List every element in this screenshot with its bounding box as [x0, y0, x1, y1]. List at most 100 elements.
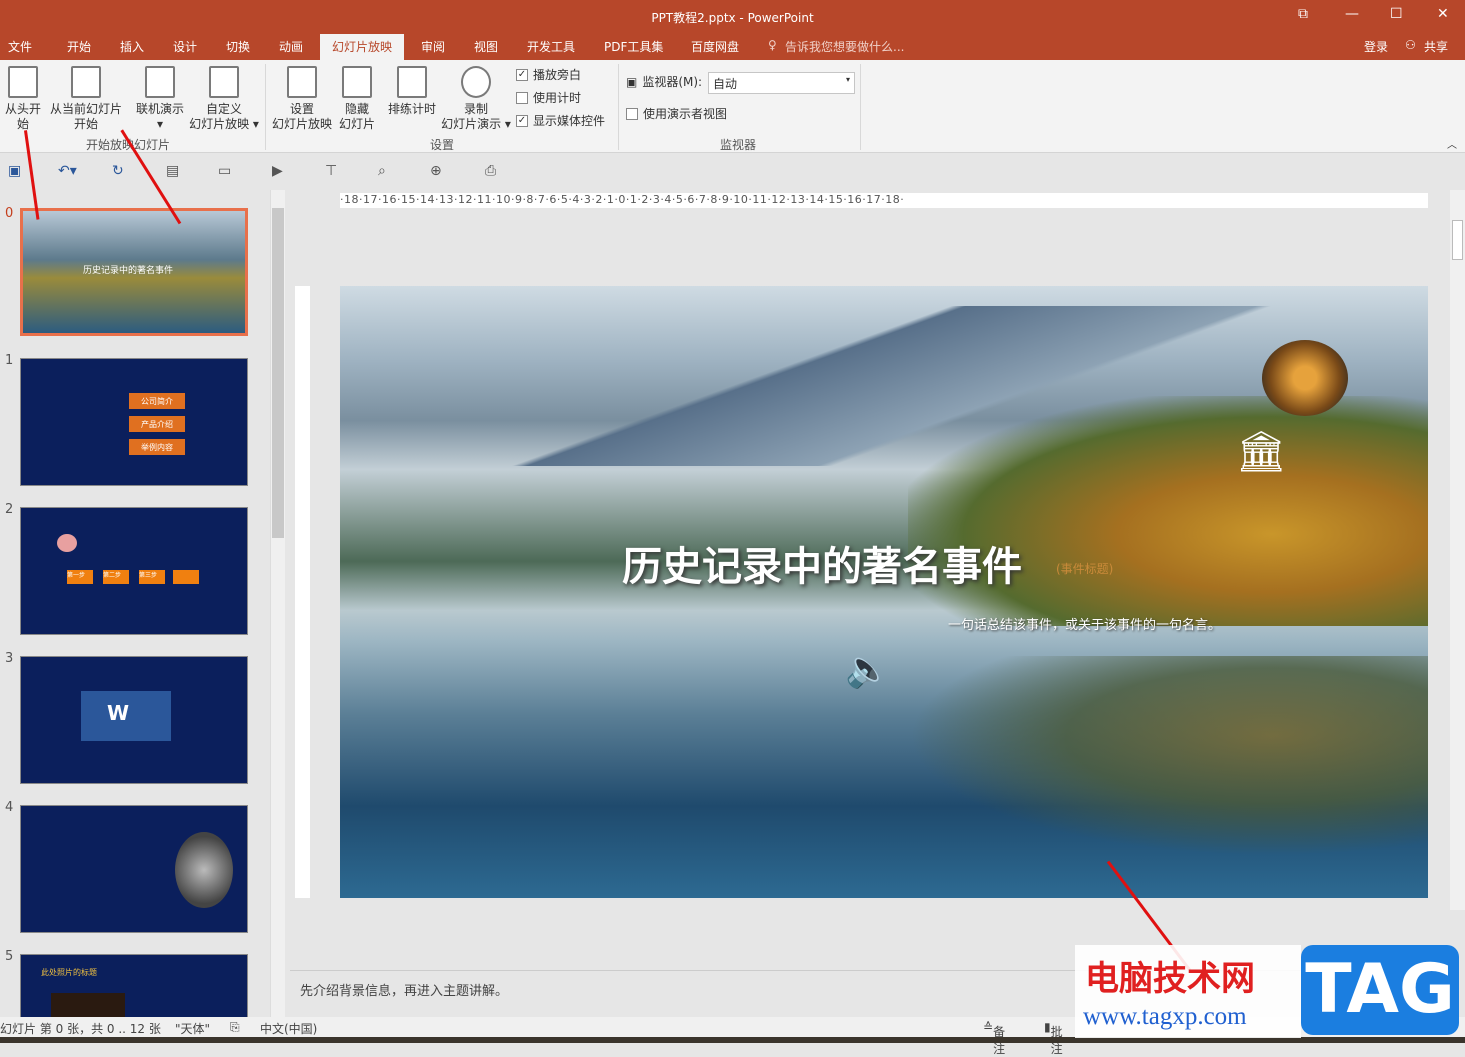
- use-timings-checkbox[interactable]: 使用计时: [516, 89, 581, 106]
- setup-icon: [287, 66, 317, 98]
- restore-ribbon-icon[interactable]: ⧉: [1298, 6, 1308, 22]
- collapse-ribbon-icon[interactable]: ︿: [1447, 136, 1457, 151]
- slideshow-current-icon: [71, 66, 101, 98]
- layout-icon[interactable]: ▭: [218, 163, 234, 179]
- watermark-text: 电脑技术网: [1085, 959, 1255, 999]
- checkbox[interactable]: [516, 91, 528, 104]
- globe-icon: [145, 66, 175, 98]
- spellcheck-icon[interactable]: ⎘: [230, 1020, 240, 1035]
- tab-view[interactable]: 视图: [474, 38, 498, 55]
- slide-number: 4: [5, 800, 14, 815]
- thumb-title: 此处照片的标题: [41, 968, 97, 977]
- checkbox[interactable]: [626, 107, 638, 120]
- rehearse-timings-button[interactable]: 排练计时: [384, 66, 440, 117]
- slide-title[interactable]: 历史记录中的著名事件: [622, 534, 1022, 592]
- slide-quote[interactable]: 一句话总结该事件，或关于该事件的一句名言。: [948, 614, 1221, 633]
- hide-slide-button[interactable]: 隐藏 幻灯片: [336, 66, 378, 132]
- slide-thumbnail-1[interactable]: 公司简介 产品介绍 举例内容: [20, 358, 248, 486]
- speaker-icon[interactable]: 🔈: [845, 648, 890, 690]
- slide-number: 1: [5, 353, 14, 368]
- from-current-button[interactable]: 从当前幻灯片 开始: [48, 66, 124, 132]
- slide-thumbnail-5[interactable]: 此处照片的标题: [20, 954, 248, 1017]
- chevron-down-icon: ▾: [845, 75, 850, 84]
- slide-thumbnail-0[interactable]: 历史记录中的著名事件: [20, 208, 248, 336]
- print-preview-icon[interactable]: ⌕: [378, 163, 394, 179]
- tab-developer[interactable]: 开发工具: [527, 38, 575, 55]
- reflection-image: [908, 656, 1428, 856]
- checkbox[interactable]: ✓: [516, 68, 528, 81]
- scroll-thumb[interactable]: [1452, 220, 1463, 260]
- label: 从当前幻灯片: [49, 102, 122, 116]
- language[interactable]: 中文(中国): [260, 1020, 317, 1037]
- thumbnails-scrollbar[interactable]: [270, 190, 285, 1017]
- tab-file[interactable]: 文件: [8, 38, 32, 55]
- slide-thumbnail-2[interactable]: 第一步 第二步 第三步: [20, 507, 248, 635]
- comments-button[interactable]: ▮ 批注: [1044, 1020, 1063, 1056]
- vertical-ruler: [295, 286, 310, 898]
- setup-slideshow-button[interactable]: 设置 幻灯片放映: [270, 66, 334, 132]
- maximize-button[interactable]: ☐: [1390, 6, 1403, 22]
- slide-number: 5: [5, 949, 14, 964]
- tab-baidu-pan[interactable]: 百度网盘: [691, 38, 739, 55]
- tab-pdf-tools[interactable]: PDF工具集: [604, 38, 663, 55]
- document-icon[interactable]: ⎙: [485, 163, 501, 179]
- notes-text[interactable]: 先介绍背景信息，再进入主题讲解。: [300, 980, 508, 999]
- presentation-icon[interactable]: ⊤: [325, 163, 341, 179]
- publish-icon[interactable]: ⊕: [430, 163, 446, 179]
- undo-icon[interactable]: ↶▾: [58, 163, 77, 179]
- checkbox[interactable]: ✓: [516, 114, 528, 127]
- image: [51, 993, 125, 1017]
- presenter-view-checkbox[interactable]: 使用演示者视图: [626, 105, 727, 122]
- save-icon[interactable]: ▣: [8, 163, 24, 179]
- tab-review[interactable]: 审阅: [421, 38, 445, 55]
- slide-info: 幻灯片 第 0 张，共 0 .. 12 张: [0, 1022, 161, 1036]
- slide-thumbnail-3[interactable]: W: [20, 656, 248, 784]
- tab-animations[interactable]: 动画: [279, 38, 303, 55]
- present-online-button[interactable]: 联机演示 ▾: [134, 66, 186, 132]
- horizontal-ruler: ·18·17·16·15·14·13·12·11·10·9·8·7·6·5·4·…: [340, 193, 1428, 208]
- notes-button[interactable]: ≙ 备注: [983, 1020, 1005, 1056]
- group-label: 设置: [430, 138, 455, 152]
- lightbulb-icon: ♀: [768, 38, 777, 52]
- tab-home[interactable]: 开始: [67, 38, 91, 55]
- share-button[interactable]: 共享: [1424, 38, 1448, 55]
- new-slide-icon[interactable]: ▤: [166, 163, 182, 179]
- from-beginning-button[interactable]: 从头开始: [0, 66, 46, 132]
- slide-canvas[interactable]: 🏛 历史记录中的著名事件 (事件标题) 一句话总结该事件，或关于该事件的一句名言…: [340, 286, 1428, 898]
- from-beginning-icon[interactable]: ▶: [272, 163, 288, 179]
- login-link[interactable]: 登录: [1364, 38, 1388, 55]
- quick-access-toolbar: ▣ ↶▾ ↻ ▤ ▭ ▶ ⊤ ⌕ ⊕ ⎙: [0, 155, 1465, 187]
- label: 显示媒体控件: [533, 114, 606, 128]
- slide-subtitle[interactable]: (事件标题): [1056, 560, 1113, 577]
- theme-name: "天体": [175, 1022, 211, 1036]
- slide-number: 0: [5, 206, 14, 221]
- monitor-select[interactable]: 自动 ▾: [708, 72, 855, 94]
- tab-design[interactable]: 设计: [173, 38, 197, 55]
- label: 录制: [463, 102, 488, 116]
- slideshow-play-icon: [8, 66, 38, 98]
- close-button[interactable]: ✕: [1437, 6, 1449, 22]
- record-icon: [461, 66, 491, 98]
- label: 监视器(M):: [642, 75, 703, 89]
- slide-scrollbar[interactable]: [1450, 190, 1465, 910]
- watermark-url: www.tagxp.com: [1083, 1003, 1247, 1030]
- record-slideshow-button[interactable]: 录制 幻灯片演示 ▾: [440, 66, 512, 132]
- tab-insert[interactable]: 插入: [120, 38, 144, 55]
- slide-thumbnail-4[interactable]: [20, 805, 248, 933]
- person-icon: ⚇: [1405, 38, 1416, 52]
- thumb-item: [173, 570, 199, 584]
- label: 幻灯片演示: [441, 117, 502, 131]
- tab-slideshow[interactable]: 幻灯片放映: [320, 34, 405, 60]
- monitor-icon: ▣: [626, 74, 638, 89]
- title-bar: PPT教程2.pptx - PowerPoint ⧉ — ☐ ✕: [0, 0, 1465, 32]
- tell-me-search[interactable]: 告诉我您想要做什么...: [785, 38, 904, 55]
- minimize-button[interactable]: —: [1345, 6, 1359, 22]
- watermark: 电脑技术网 www.tagxp.com TAG: [1075, 945, 1465, 1038]
- custom-slideshow-button[interactable]: 自定义 幻灯片放映 ▾: [188, 66, 260, 132]
- label: 从头开始: [4, 102, 41, 131]
- show-media-controls-checkbox[interactable]: ✓ 显示媒体控件: [516, 112, 605, 129]
- tab-transitions[interactable]: 切换: [226, 38, 250, 55]
- redo-icon[interactable]: ↻: [112, 163, 128, 179]
- scroll-thumb[interactable]: [272, 208, 284, 538]
- play-narrations-checkbox[interactable]: ✓ 播放旁白: [516, 66, 581, 83]
